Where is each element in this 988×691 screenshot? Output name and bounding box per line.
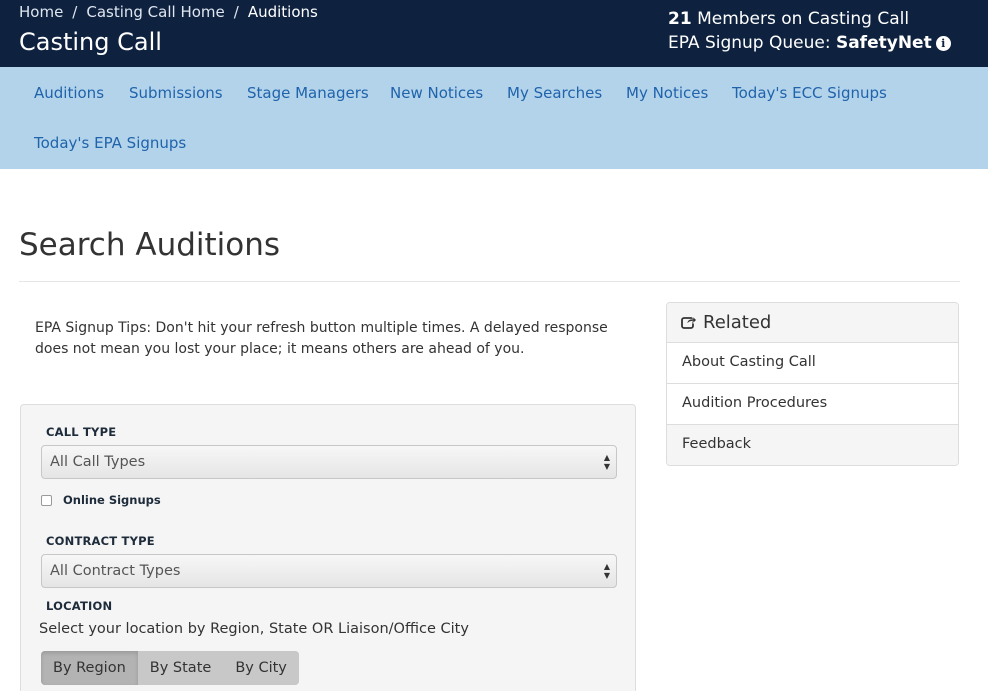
online-signups-label[interactable]: Online Signups	[63, 493, 161, 507]
nav-item-auditions[interactable]: Auditions	[34, 84, 104, 102]
breadcrumb-home-link[interactable]: Home	[19, 3, 63, 21]
queue-value: SafetyNet	[835, 33, 932, 53]
nav-item-my-notices[interactable]: My Notices	[626, 84, 708, 102]
location-label: LOCATION	[46, 599, 113, 613]
app-title: Casting Call	[19, 28, 162, 56]
member-count-line: 21 Members on Casting Call	[668, 7, 951, 31]
share-icon	[681, 315, 697, 329]
nav-item-stage-managers[interactable]: Stage Managers	[247, 84, 369, 102]
select-arrows-icon: ▲ ▼	[603, 453, 610, 471]
title-divider	[19, 281, 960, 282]
call-type-value: All Call Types	[50, 454, 146, 470]
member-info: 21 Members on Casting Call EPA Signup Qu…	[668, 7, 951, 55]
nav-item-todays-ecc-signups[interactable]: Today's ECC Signups	[732, 84, 887, 102]
contract-type-label: CONTRACT TYPE	[46, 534, 155, 548]
location-mode-tabs: By Region By State By City	[41, 651, 299, 685]
related-item-about-casting-call[interactable]: About Casting Call	[667, 343, 958, 384]
breadcrumb-casting-call-home-link[interactable]: Casting Call Home	[86, 3, 224, 21]
related-panel: Related About Casting Call Audition Proc…	[666, 302, 959, 466]
by-region-button[interactable]: By Region	[41, 651, 138, 685]
call-type-select[interactable]: All Call Types ▲ ▼	[41, 445, 617, 479]
related-item-feedback[interactable]: Feedback	[667, 425, 958, 465]
nav-item-my-searches[interactable]: My Searches	[507, 84, 602, 102]
breadcrumb-separator: /	[72, 3, 78, 21]
by-city-button[interactable]: By City	[223, 651, 299, 685]
info-icon[interactable]: i	[935, 36, 951, 51]
related-title: Related	[703, 312, 772, 333]
online-signups-checkbox[interactable]	[41, 495, 52, 506]
nav-item-new-notices[interactable]: New Notices	[390, 84, 483, 102]
by-state-button[interactable]: By State	[137, 651, 224, 685]
related-header: Related	[667, 303, 958, 343]
breadcrumb-current: Auditions	[247, 3, 318, 21]
select-arrows-icon: ▲ ▼	[603, 562, 610, 580]
nav-item-submissions[interactable]: Submissions	[129, 84, 223, 102]
queue-label: EPA Signup Queue:	[668, 33, 831, 53]
main-nav: Auditions Submissions Stage Managers New…	[0, 67, 988, 169]
site-header: Home / Casting Call Home / Auditions Casting…	[0, 0, 988, 67]
breadcrumb-separator: /	[233, 3, 239, 21]
location-help-text: Select your location by Region, State OR…	[39, 621, 469, 637]
contract-type-select[interactable]: All Contract Types ▲ ▼	[41, 554, 617, 588]
member-count: 21	[668, 9, 692, 29]
call-type-label: CALL TYPE	[46, 425, 117, 439]
contract-type-value: All Contract Types	[50, 563, 181, 579]
member-count-text: Members on Casting Call	[697, 9, 910, 29]
epa-signup-tips: EPA Signup Tips: Don't hit your refresh …	[35, 320, 608, 357]
nav-item-todays-epa-signups[interactable]: Today's EPA Signups	[34, 134, 186, 152]
page-title: Search Auditions	[19, 227, 281, 263]
search-form-panel: CALL TYPE All Call Types ▲ ▼ Online Signu…	[20, 404, 636, 691]
breadcrumb: Home / Casting Call Home / Auditions	[19, 3, 318, 21]
queue-line: EPA Signup Queue: SafetyNet i	[668, 31, 951, 55]
related-item-audition-procedures[interactable]: Audition Procedures	[667, 384, 958, 425]
